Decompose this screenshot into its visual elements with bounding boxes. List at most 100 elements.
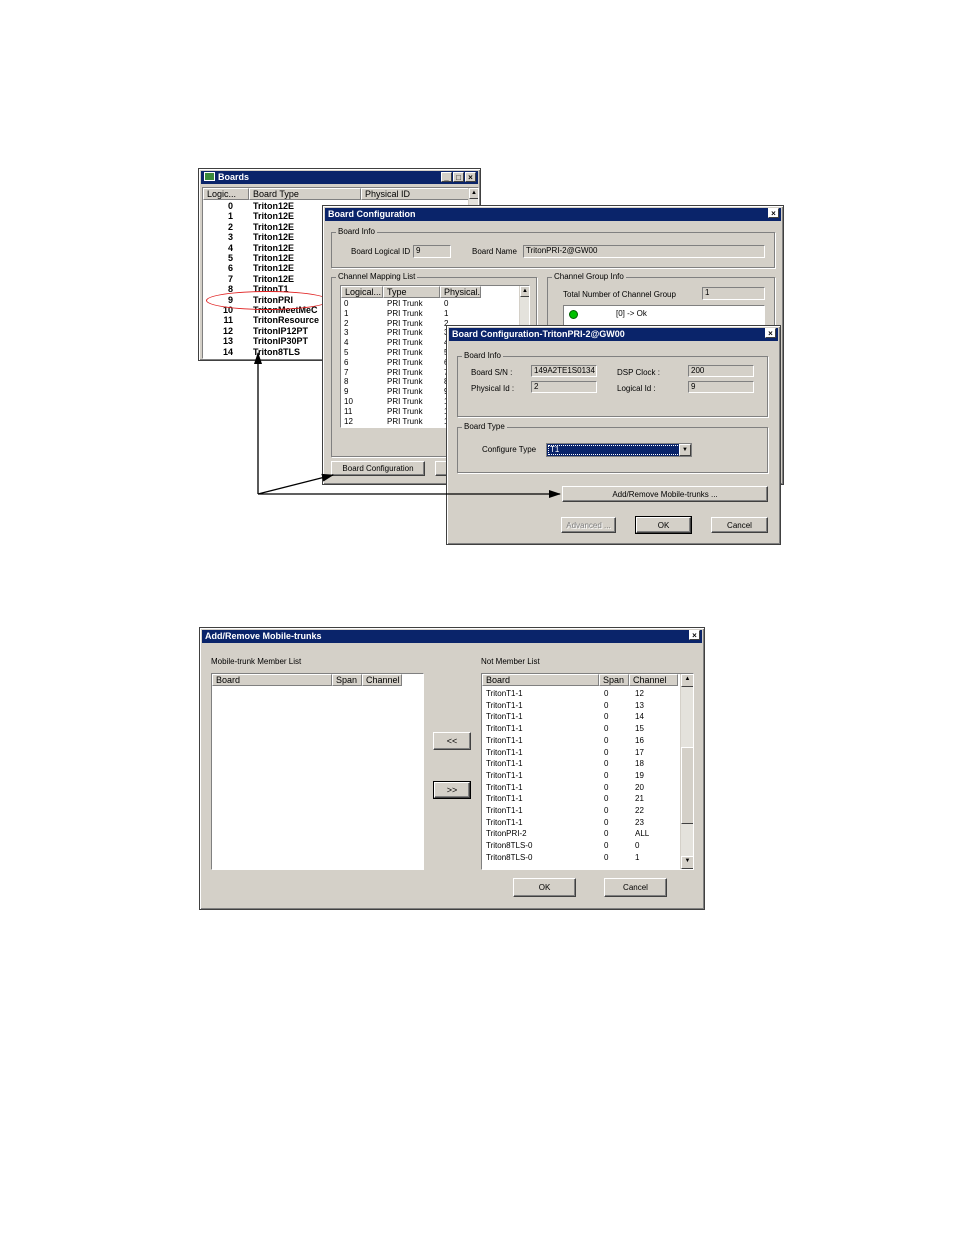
logical-id-cell: 3 [227,232,233,243]
col-header-channel[interactable]: Channel [629,674,678,686]
scroll-up-icon[interactable]: ▲ [681,674,693,687]
mobile-trunks-titlebar[interactable]: Add/Remove Mobile-trunks × [202,630,702,643]
list-item[interactable]: TritonT1-1 0 15 [482,723,693,734]
close-icon[interactable]: × [465,172,476,182]
not-member-label: Not Member List [481,657,540,666]
col-header-span[interactable]: Span [332,674,362,686]
physical-id-field[interactable]: 2 [531,381,597,393]
group-status-list[interactable]: [0] -> Ok [563,305,765,327]
channel-cell: 12 [635,689,644,698]
minimize-icon[interactable]: _ [441,172,452,182]
type-cell: PRI Trunk [387,377,423,387]
board-config-t1-titlebar[interactable]: Board Configuration-TritonPRI-2@GW00 × [449,328,778,341]
type-cell: PRI Trunk [387,397,423,406]
advanced-button[interactable]: Advanced ... [561,517,616,533]
cancel-button[interactable]: Cancel [711,517,768,533]
channel-cell: 14 [635,712,644,722]
list-item[interactable]: Triton8TLS-0 0 1 [482,852,693,863]
list-item[interactable]: TritonT1-1 0 17 [482,747,693,758]
channel-cell: 16 [635,735,644,745]
board-type-cell: TritonIP30PT [253,336,309,347]
channel-group-label: Channel Group Info [552,272,626,281]
close-icon[interactable]: × [765,328,776,338]
board-type-cell: TritonResource [253,315,320,326]
span-cell: 0 [604,817,609,827]
type-cell: PRI Trunk [387,338,423,348]
add-remove-mobile-trunks-button[interactable]: Add/Remove Mobile-trunks ... [562,486,768,502]
list-item[interactable]: TritonT1-1 0 21 [482,793,693,804]
scroll-up-icon[interactable]: ▲ [520,286,529,297]
board-configuration-button[interactable]: Board Configuration [331,461,425,476]
not-member-list[interactable]: Board Span Channel TritonT1-1 0 12 TritonT1… [481,673,694,870]
logical-id-field[interactable]: 9 [688,381,754,393]
list-item[interactable]: TritonT1-1 0 20 [482,782,693,793]
board-cell: TritonT1-1 [486,759,523,769]
list-item[interactable]: TritonT1-1 0 12 [482,688,693,699]
dsp-clock-field[interactable]: 200 [688,365,754,377]
move-right-button[interactable]: >> [433,781,471,799]
col-header-logical[interactable]: Logic... [203,188,249,200]
list-item[interactable]: TritonT1-1 0 18 [482,758,693,769]
ok-button[interactable]: OK [635,516,692,534]
col-header-physical-id[interactable]: Physical ID [361,188,469,200]
board-sn-label: Board S/N : [471,368,513,377]
board-type-cell: Triton12E [253,253,295,263]
type-cell: PRI Trunk [387,387,423,397]
chevron-down-icon[interactable]: ▼ [679,444,691,456]
list-item[interactable]: TritonT1-1 0 22 [482,805,693,816]
list-item[interactable]: Triton8TLS-0 0 0 [482,840,693,851]
total-groups-field[interactable]: 1 [702,287,765,300]
span-cell: 0 [604,689,609,698]
boards-titlebar[interactable]: Boards _ □ × [201,171,478,184]
table-row[interactable]: 0 PRI Trunk 0 [341,299,529,309]
board-sn-field[interactable]: 149A2TE1S0134 [531,365,597,377]
logical-cell: 8 [344,377,349,387]
move-left-button[interactable]: << [433,732,471,750]
cancel-button[interactable]: Cancel [604,878,667,897]
logical-id-field[interactable]: 9 [413,245,451,258]
ok-button[interactable]: OK [513,878,576,897]
member-list[interactable]: Board Span Channel [211,673,424,870]
col-header-logical[interactable]: Logical... [341,286,383,298]
scroll-thumb[interactable] [681,747,693,824]
col-header-board[interactable]: Board [212,674,332,686]
board-name-field[interactable]: TritonPRI-2@GW00 [523,245,765,258]
type-cell: PRI Trunk [387,308,423,318]
board-cell: TritonT1-1 [486,782,523,792]
close-icon[interactable]: × [689,630,700,640]
list-item[interactable]: TritonT1-1 0 23 [482,817,693,828]
logical-cell: 0 [344,299,349,308]
scroll-up-icon[interactable]: ▲ [469,188,478,199]
channel-cell: 17 [635,747,644,757]
board-config-titlebar[interactable]: Board Configuration × [325,208,781,221]
configure-type-select[interactable]: T1 ▼ [546,443,692,457]
maximize-icon[interactable]: □ [453,172,464,182]
col-header-span[interactable]: Span [599,674,629,686]
logical-id-cell: 6 [227,263,233,274]
col-header-board-type[interactable]: Board Type [249,188,361,200]
logical-id-cell: 7 [227,273,233,284]
list-item[interactable]: TritonT1-1 0 13 [482,700,693,711]
span-cell: 0 [604,794,609,804]
board-type-cell: Triton8TLS [253,346,300,357]
type-cell: PRI Trunk [387,299,423,308]
list-item[interactable]: TritonPRI-2 0 ALL [482,828,693,839]
col-header-physical[interactable]: Physical... [440,286,481,298]
board-cell: TritonT1-1 [486,735,523,745]
mobile-trunks-window: Add/Remove Mobile-trunks × Mobile-trunk … [199,627,705,910]
col-header-board[interactable]: Board [482,674,599,686]
table-row[interactable]: 1 PRI Trunk 1 [341,309,529,319]
logical-cell: 10 [344,397,353,406]
list-item[interactable]: TritonT1-1 0 16 [482,735,693,746]
col-header-type[interactable]: Type [383,286,440,298]
logical-id-label: Board Logical ID [351,247,411,256]
close-icon[interactable]: × [768,208,779,218]
logical-cell: 12 [344,416,353,426]
board-cell: TritonPRI-2 [486,829,527,839]
col-header-channel[interactable]: Channel [362,674,402,686]
scroll-down-icon[interactable]: ▼ [681,856,693,869]
list-item[interactable]: TritonT1-1 0 19 [482,770,693,781]
not-member-scrollbar[interactable]: ▲ ▼ [680,674,693,869]
list-item[interactable]: TritonT1-1 0 14 [482,711,693,722]
board-info-label: Board Info [462,351,503,360]
